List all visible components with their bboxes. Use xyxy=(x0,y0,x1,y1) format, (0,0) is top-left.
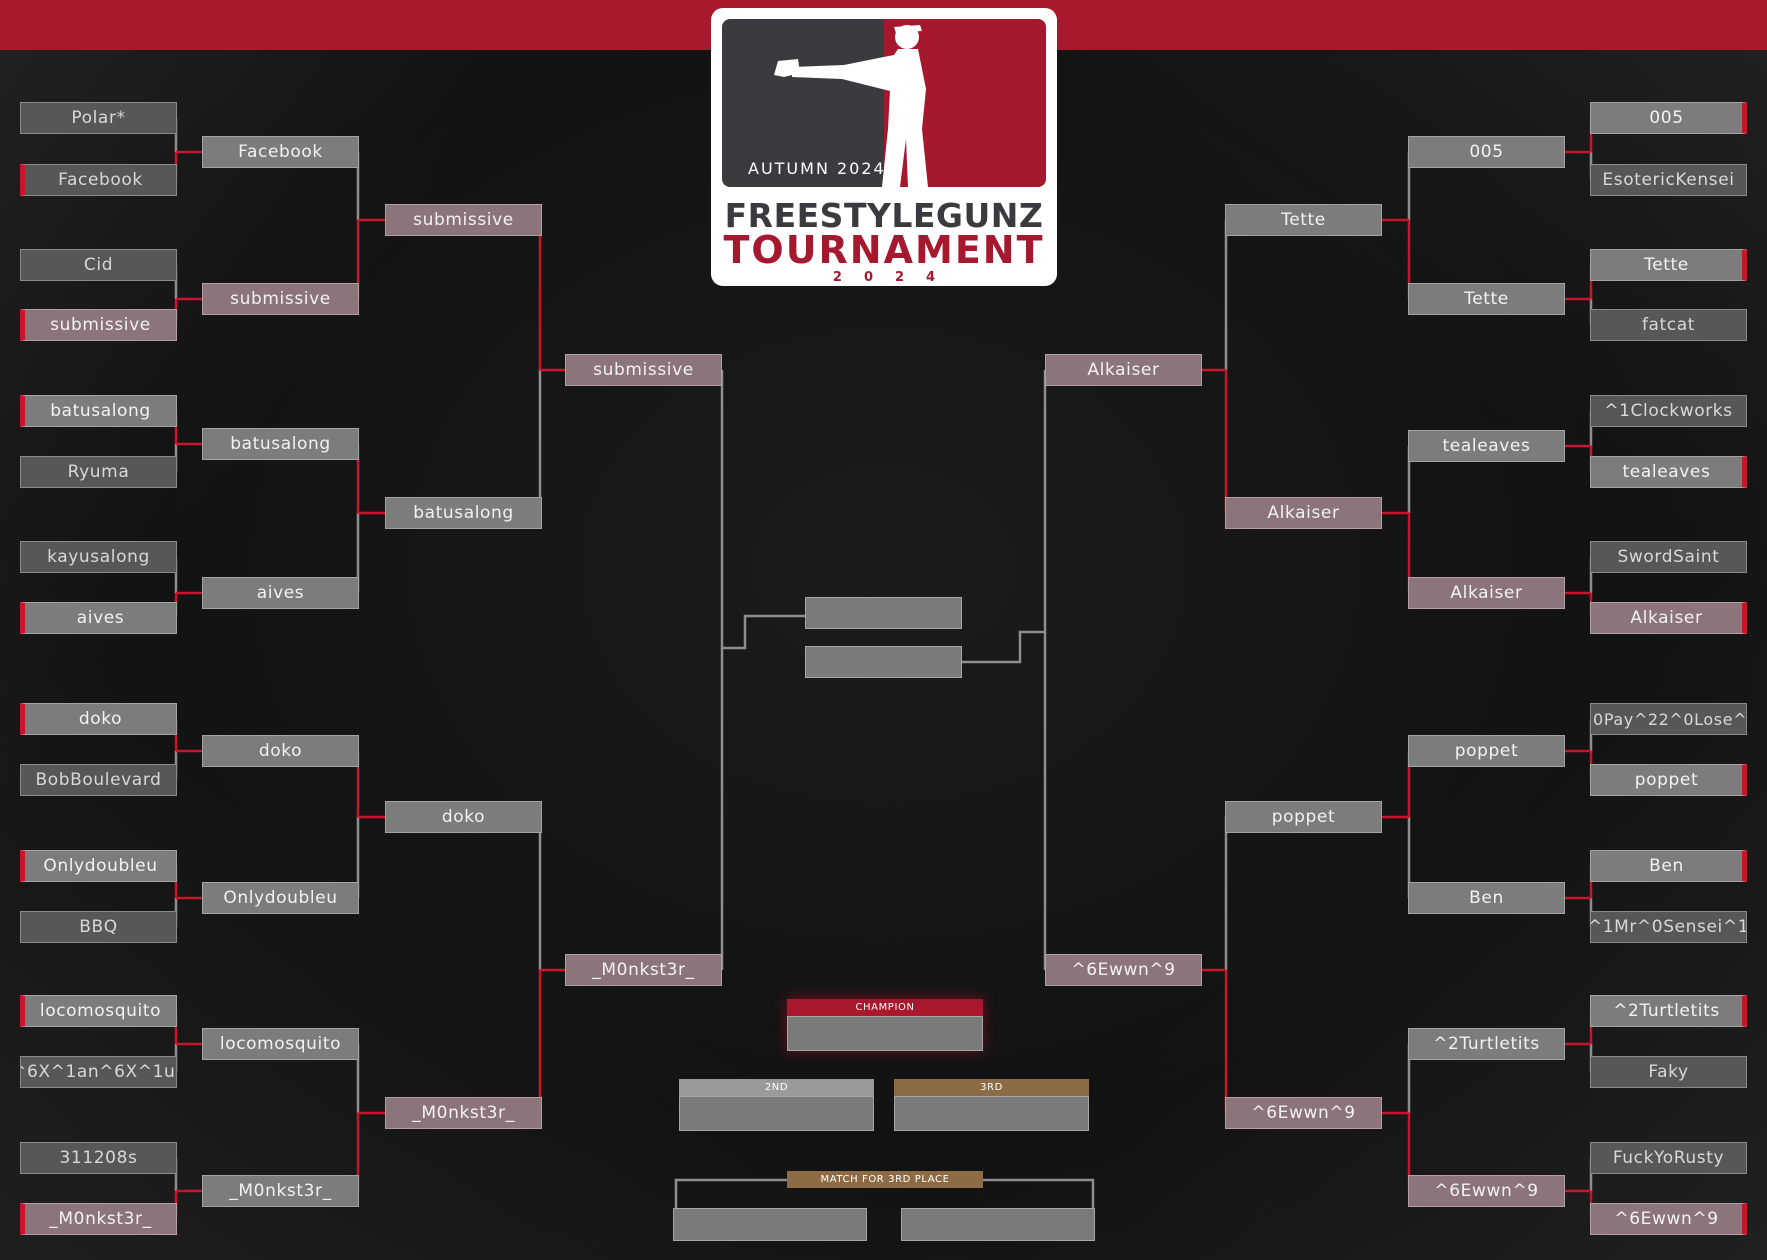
right-r3-connector-2-a xyxy=(1224,815,1228,970)
right-r1-slot-13: ^2Turtletits xyxy=(1590,995,1747,1027)
third-place-slot xyxy=(894,1096,1089,1131)
second-place-label: 2ND xyxy=(679,1079,874,1096)
right-r1-slot-7: SwordSaint xyxy=(1590,541,1747,573)
right-r3-slot-2: Alkaiser xyxy=(1225,497,1382,529)
right-r1-slot-16: ^6Ewwn^9 xyxy=(1590,1203,1747,1235)
third-match-slot-2 xyxy=(901,1208,1095,1241)
right-r1-slot-2: EsotericKensei xyxy=(1590,164,1747,196)
left-r2-slot-6: Onlydoubleu xyxy=(202,882,359,914)
left-r1-slot-8: aives xyxy=(20,602,177,634)
tournament-logo: AUTUMN 2024 FREESTYLEGUNZ TOURNAMENT 202… xyxy=(711,8,1057,286)
left-semifinal-slot-1: submissive xyxy=(565,354,722,386)
left-r1-slot-14: ^6X^1an^6X^1us xyxy=(20,1056,177,1088)
right-r3-connector-2-b xyxy=(1224,970,1228,1115)
third-match-frame-left xyxy=(674,1178,787,1208)
left-r1-slot-9: doko xyxy=(20,703,177,735)
logo-title-line2: TOURNAMENT xyxy=(723,228,1045,272)
right-r3-slot-4: ^6Ewwn^9 xyxy=(1225,1097,1382,1129)
left-r3-slot-1: submissive xyxy=(385,204,542,236)
left-r1-slot-2: Facebook xyxy=(20,164,177,196)
final-slot-2 xyxy=(805,646,962,678)
right-r2-slot-5: poppet xyxy=(1408,735,1565,767)
left-r1-slot-5: batusalong xyxy=(20,395,177,427)
left-r1-slot-16: _M0nkst3r_ xyxy=(20,1203,177,1235)
third-place-label: 3RD xyxy=(894,1079,1089,1096)
right-r1-slot-4: fatcat xyxy=(1590,309,1747,341)
logo-year: 2024 xyxy=(832,270,958,285)
left-r1-slot-15: 311208s xyxy=(20,1142,177,1174)
left-r3-slot-2: batusalong xyxy=(385,497,542,529)
right-r3-connector-1-a xyxy=(1224,218,1228,370)
left-semifinal-slot-2: _M0nkst3r_ xyxy=(565,954,722,986)
left-r1-slot-6: Ryuma xyxy=(20,456,177,488)
right-r2-slot-6: Ben xyxy=(1408,882,1565,914)
second-place-slot xyxy=(679,1096,874,1131)
left-r2-slot-3: batusalong xyxy=(202,428,359,460)
right-r3-slot-3: poppet xyxy=(1225,801,1382,833)
left-final-connector-a xyxy=(720,370,805,650)
right-r1-slot-14: Faky xyxy=(1590,1056,1747,1088)
left-r1-slot-1: Polar* xyxy=(20,102,177,134)
third-match-frame-right xyxy=(983,1178,1095,1208)
left-r3-connector-1-b xyxy=(538,370,542,515)
left-r3-slot-3: doko xyxy=(385,801,542,833)
third-match-slot-1 xyxy=(673,1208,867,1241)
right-r1-slot-1: 005 xyxy=(1590,102,1747,134)
left-r1-slot-11: Onlydoubleu xyxy=(20,850,177,882)
right-r3-slot-1: Tette xyxy=(1225,204,1382,236)
left-r3-connector-1-a xyxy=(538,218,542,370)
right-r1-slot-9: ^0Pay^22^0Lose^2 xyxy=(1590,703,1747,735)
right-r1-slot-6: tealeaves xyxy=(1590,456,1747,488)
right-final-connector-a xyxy=(962,370,1047,664)
right-r2-slot-3: tealeaves xyxy=(1408,430,1565,462)
right-r3-connector-1-b xyxy=(1224,370,1228,515)
left-r1-slot-4: submissive xyxy=(20,309,177,341)
left-r2-slot-7: locomosquito xyxy=(202,1028,359,1060)
left-r3-connector-2-b xyxy=(538,970,542,1115)
right-r1-slot-3: Tette xyxy=(1590,249,1747,281)
third-match-label: MATCH FOR 3RD PLACE xyxy=(787,1171,983,1188)
left-r1-slot-12: BBQ xyxy=(20,911,177,943)
bracket-stage: AUTUMN 2024 FREESTYLEGUNZ TOURNAMENT 202… xyxy=(0,0,1767,1260)
champion-slot xyxy=(787,1016,983,1051)
right-r1-slot-10: poppet xyxy=(1590,764,1747,796)
logo-season: AUTUMN 2024 xyxy=(748,159,886,178)
left-r2-slot-2: submissive xyxy=(202,283,359,315)
left-r1-slot-10: BobBoulevard xyxy=(20,764,177,796)
left-r2-slot-5: doko xyxy=(202,735,359,767)
left-r1-slot-3: Cid xyxy=(20,249,177,281)
left-r3-connector-2-a xyxy=(538,815,542,970)
left-r2-slot-4: aives xyxy=(202,577,359,609)
right-r2-slot-1: 005 xyxy=(1408,136,1565,168)
right-r1-slot-11: Ben xyxy=(1590,850,1747,882)
champion-label: CHAMPION xyxy=(787,999,983,1016)
final-slot-1 xyxy=(805,597,962,629)
right-r1-slot-8: Alkaiser xyxy=(1590,602,1747,634)
right-r1-slot-5: ^1Clockworks xyxy=(1590,395,1747,427)
left-r1-slot-13: locomosquito xyxy=(20,995,177,1027)
left-r2-slot-8: _M0nkst3r_ xyxy=(202,1175,359,1207)
right-r2-slot-2: Tette xyxy=(1408,283,1565,315)
right-semifinal-slot-2: ^6Ewwn^9 xyxy=(1045,954,1202,986)
left-r3-slot-4: _M0nkst3r_ xyxy=(385,1097,542,1129)
right-r2-slot-7: ^2Turtletits xyxy=(1408,1028,1565,1060)
right-r2-slot-4: Alkaiser xyxy=(1408,577,1565,609)
right-r2-slot-8: ^6Ewwn^9 xyxy=(1408,1175,1565,1207)
left-r1-slot-7: kayusalong xyxy=(20,541,177,573)
right-r1-slot-12: ^1Mr^0Sensei^1 xyxy=(1590,911,1747,943)
logo-banner: AUTUMN 2024 xyxy=(722,19,1046,187)
left-r2-slot-1: Facebook xyxy=(202,136,359,168)
right-r1-slot-15: FuckYoRusty xyxy=(1590,1142,1747,1174)
right-semifinal-slot-1: Alkaiser xyxy=(1045,354,1202,386)
